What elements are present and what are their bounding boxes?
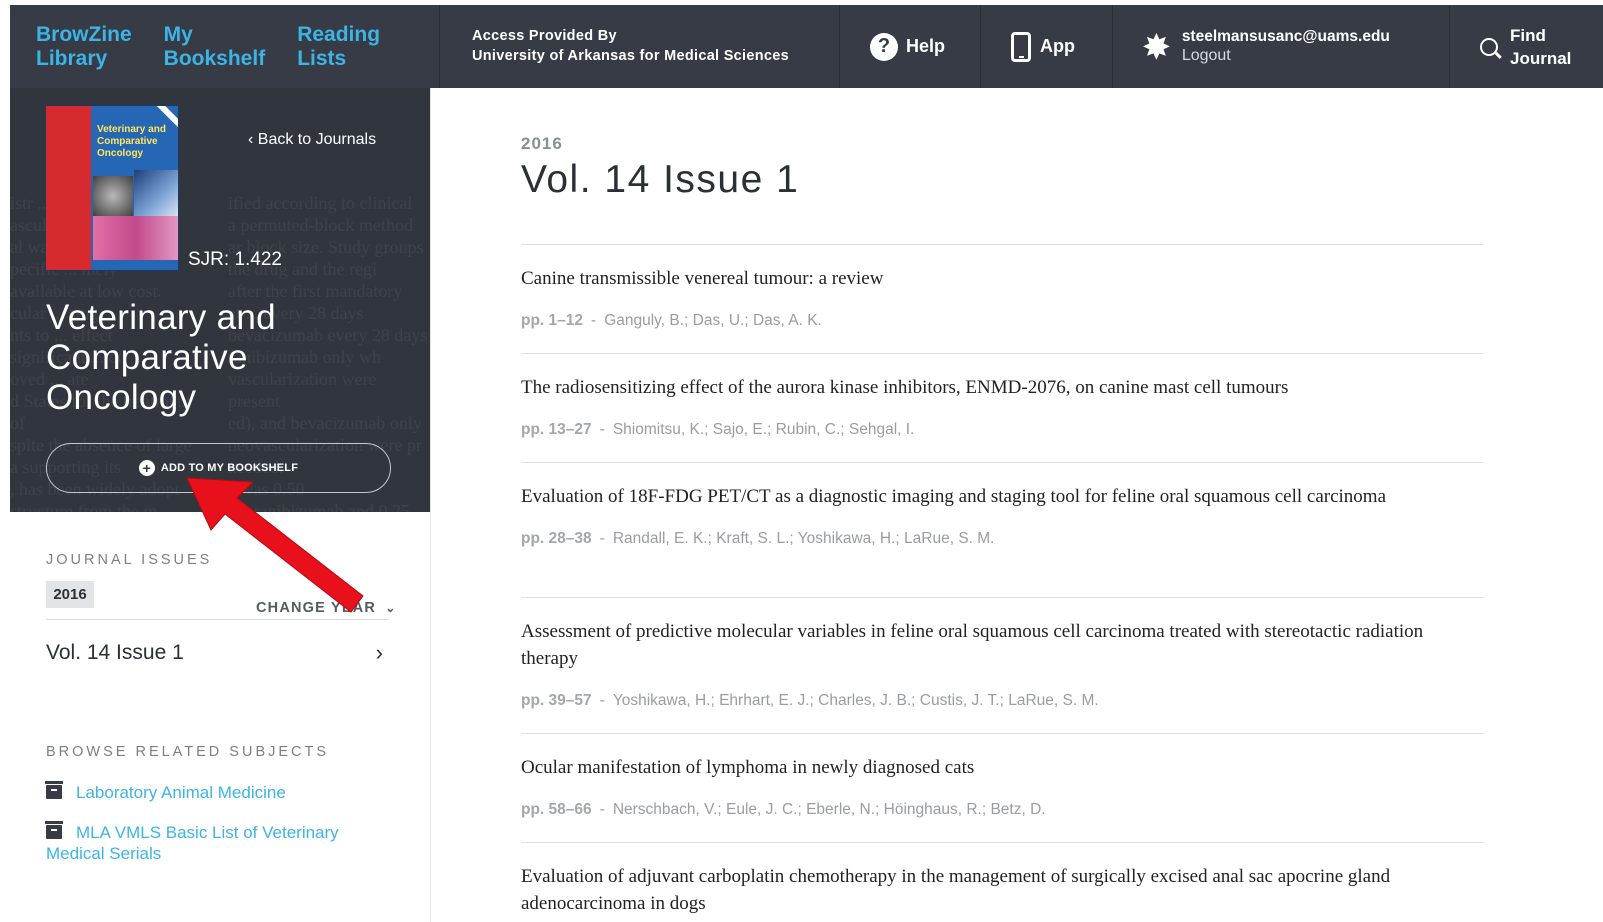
- top-nav-bar: BrowZine Library My Bookshelf Reading Li…: [10, 5, 1603, 88]
- selected-year-badge: 2016: [46, 581, 94, 608]
- article-meta: pp. 13–27- Shiomitsu, K.; Sajo, E.; Rubin…: [521, 421, 915, 438]
- archive-box-icon: [45, 821, 63, 839]
- article-meta: pp. 28–38- Randall, E. K.; Kraft, S. L.; …: [521, 530, 995, 547]
- article-authors: Randall, E. K.; Kraft, S. L.; Yoshikawa,…: [612, 530, 995, 547]
- article-authors: Yoshikawa, H.; Ehrhart, E. J.; Charles, …: [612, 692, 1099, 709]
- back-to-journals-link[interactable]: ‹ Back to Journals: [248, 131, 376, 149]
- subject-label: MLA VMLS Basic List of Veterinary Medica…: [46, 823, 339, 863]
- user-menu[interactable]: ✸ steelmansusanc@uams.edu Logout: [1113, 5, 1450, 88]
- plus-circle-icon: +: [138, 460, 155, 476]
- archive-box-icon: [45, 781, 63, 799]
- add-to-bookshelf-button[interactable]: + ADD TO MY BOOKSHELF: [46, 443, 391, 493]
- journal-hero: istr ... listsascul ... aheial was ... a…: [10, 88, 430, 512]
- help-label: Help: [906, 36, 946, 56]
- article-authors: Shiomitsu, K.; Sajo, E.; Rubin, C.; Sehg…: [612, 421, 915, 438]
- article-item[interactable]: Evaluation of adjuvant carboplatin chemo…: [521, 842, 1483, 922]
- gear-icon: ✸: [1143, 28, 1170, 65]
- article-pages: pp. 13–27: [521, 421, 592, 438]
- column-divider: [430, 88, 431, 922]
- subject-link-mla-vmls[interactable]: MLA VMLS Basic List of Veterinary Medica…: [45, 821, 391, 864]
- subject-label: Laboratory Animal Medicine: [76, 783, 286, 802]
- article-authors: Ganguly, B.; Das, U.; Das, A. K.: [604, 312, 822, 329]
- change-year-label: CHANGE YEAR: [256, 600, 377, 616]
- find-journal-label: Find Journal: [1510, 25, 1572, 68]
- primary-nav: BrowZine Library My Bookshelf Reading Li…: [10, 5, 440, 88]
- article-item[interactable]: Assessment of predictive molecular varia…: [521, 597, 1483, 733]
- article-pages: pp. 39–57: [521, 692, 592, 709]
- article-pages: pp. 28–38: [521, 530, 592, 547]
- article-title[interactable]: Evaluation of 18F-FDG PET/CT as a diagno…: [521, 483, 1483, 510]
- user-info: steelmansusanc@uams.edu Logout: [1182, 27, 1390, 66]
- article-title[interactable]: Assessment of predictive molecular varia…: [521, 618, 1483, 672]
- find-journal-button[interactable]: Find Journal: [1450, 5, 1603, 88]
- article-meta: pp. 58–66- Nerschbach, V.; Eule, J. C.; E…: [521, 801, 1046, 818]
- cover-title: Veterinary and Comparative Oncology: [97, 124, 166, 159]
- page: BrowZine Library My Bookshelf Reading Li…: [0, 0, 1603, 922]
- app-button[interactable]: App: [981, 5, 1113, 88]
- app-label: App: [1040, 36, 1075, 56]
- article-item[interactable]: Canine transmissible venereal tumour: a …: [521, 244, 1483, 354]
- article-authors: Nerschbach, V.; Eule, J. C.; Eberle, N.;…: [612, 801, 1046, 818]
- issue-list-item[interactable]: Vol. 14 Issue 1 ›: [46, 619, 389, 685]
- article-title[interactable]: Ocular manifestation of lymphoma in newl…: [521, 754, 1483, 781]
- add-to-bookshelf-label: ADD TO MY BOOKSHELF: [160, 462, 299, 474]
- search-icon: [1480, 37, 1498, 56]
- issue-label: Vol. 14 Issue 1: [46, 640, 184, 664]
- article-meta: pp. 1–12- Ganguly, B.; Das, U.; Das, A. K…: [521, 312, 822, 329]
- issue-year: 2016: [521, 134, 563, 153]
- issue-title: Vol. 14 Issue 1: [521, 158, 800, 201]
- subject-link-laboratory-animal-medicine[interactable]: Laboratory Animal Medicine: [45, 781, 391, 803]
- related-subjects-heading: BROWSE RELATED SUBJECTS: [46, 744, 330, 760]
- nav-browzine-library[interactable]: BrowZine Library: [36, 23, 132, 71]
- journal-title: Veterinary and Comparative Oncology: [46, 298, 276, 417]
- article-pages: pp. 1–12: [521, 312, 584, 329]
- help-icon: ?: [870, 32, 898, 61]
- article-meta: pp. 39–57- Yoshikawa, H.; Ehrhart, E. J.;…: [521, 692, 1099, 709]
- journal-cover-image[interactable]: Veterinary and Comparative Oncology: [45, 105, 179, 271]
- back-to-journals-label: Back to Journals: [257, 131, 377, 148]
- article-item[interactable]: The radiosensitizing effect of the auror…: [521, 353, 1483, 463]
- article-item[interactable]: Evaluation of 18F-FDG PET/CT as a diagno…: [521, 462, 1483, 598]
- help-button[interactable]: ? Help: [840, 5, 981, 88]
- article-title[interactable]: The radiosensitizing effect of the auror…: [521, 374, 1483, 401]
- phone-icon: [1011, 31, 1031, 62]
- access-line-2: University of Arkansas for Medical Scien…: [472, 48, 789, 64]
- article-title[interactable]: Evaluation of adjuvant carboplatin chemo…: [521, 863, 1483, 917]
- chevron-left-icon: ‹: [248, 131, 254, 148]
- chevron-down-icon: ⌄: [385, 601, 397, 615]
- chevron-right-icon: ›: [375, 639, 383, 665]
- article-title[interactable]: Canine transmissible venereal tumour: a …: [521, 265, 1483, 292]
- nav-my-bookshelf[interactable]: My Bookshelf: [164, 23, 266, 71]
- user-email: steelmansusanc@uams.edu: [1181, 28, 1390, 45]
- nav-reading-lists[interactable]: Reading Lists: [297, 23, 380, 71]
- access-line-1: Access Provided By: [472, 28, 617, 44]
- journal-issues-heading: JOURNAL ISSUES: [46, 552, 213, 568]
- logout-link[interactable]: Logout: [1182, 46, 1390, 66]
- article-pages: pp. 58–66: [521, 801, 592, 818]
- sjr-score: SJR: 1.422: [188, 249, 282, 270]
- access-provider: Access Provided By University of Arkansa…: [440, 5, 840, 88]
- change-year-dropdown[interactable]: CHANGE YEAR ⌄: [256, 600, 397, 616]
- article-item[interactable]: Ocular manifestation of lymphoma in newl…: [521, 733, 1483, 843]
